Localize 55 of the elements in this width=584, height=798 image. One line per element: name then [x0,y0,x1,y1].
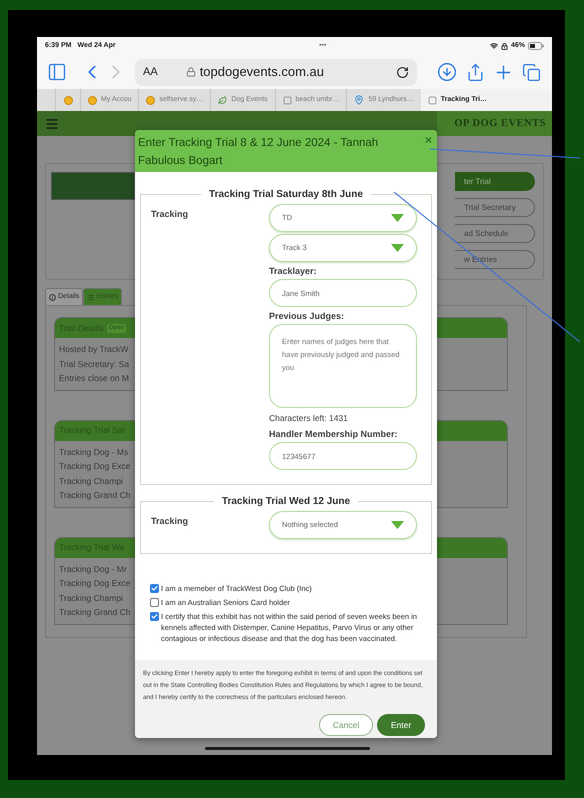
address-bar[interactable]: AA topdogevents.com.au [135,58,417,86]
wifi-icon [490,42,498,50]
card-text: Tracking Dog Exce [59,577,130,590]
page-icon [428,96,437,104]
battery-icon [528,42,544,50]
text-size-button[interactable]: AA [143,64,158,80]
field-label: Handler Membership Number: [269,428,399,441]
page-button[interactable]: ad Schedule [455,224,535,243]
page-icon [282,96,292,104]
checkbox[interactable] [150,584,159,593]
field-label: Previous Judges: [269,310,346,323]
cancel-button[interactable]: Cancel [319,714,373,736]
coin-icon [64,96,72,104]
page-button[interactable]: Trial Secretary [455,198,535,217]
dropdown-arrow-icon [391,214,404,222]
share-icon[interactable] [466,62,485,82]
tabs-icon[interactable] [522,62,541,82]
field-label: Tracklayer: [269,265,318,278]
character-count: Characters left: 1431 [269,412,349,425]
sidebar-icon[interactable] [47,62,67,82]
page-button[interactable]: ter Trial [455,172,535,191]
section-title: Tracking Trial Saturday 8th June [208,188,364,202]
pin-icon [354,95,364,105]
lock-icon [186,67,196,77]
download-icon[interactable] [437,62,457,82]
list-icon [87,294,94,300]
checkbox[interactable] [150,612,159,621]
card-text: Tracking Grand Ch [59,489,130,502]
leaf-icon [218,96,228,104]
card-text: Tracking Dog - Mr [59,562,127,576]
card-text: Tracking Champi [59,592,123,605]
coin-icon [88,96,97,104]
coin-icon [146,96,156,104]
info-icon [49,294,56,300]
checkbox[interactable] [150,598,159,607]
field-label: Tracking [151,208,188,221]
dropdown-arrow-icon [391,521,404,529]
dropdown-arrow-icon [391,244,404,252]
card-text: Tracking Grand Ch [59,606,130,619]
card-text: Tracking Dog - Ms [59,446,128,459]
reload-icon[interactable] [396,66,409,78]
card-text: Tracking Champi [59,474,123,488]
card-text: Entries close on M [59,372,129,385]
menu-icon[interactable] [45,116,59,130]
url-text: topdogevents.com.au [200,63,324,82]
site-brand: OP DOG EVENTS [454,116,546,131]
dialog-title: Enter Tracking Trial 8 & 12 June 2024 - Tannah Fabulous Bogart [138,136,380,169]
close-button[interactable]: × [424,134,432,146]
card-text: Hosted by TrackW [59,343,128,356]
card-text: Tracking Dog Exce [59,460,130,473]
section-title: Tracking Trial Wed 12 June [220,495,352,509]
enter-button[interactable]: Enter [377,714,425,736]
field-label: Tracking [151,515,188,528]
lock-icon [500,42,508,50]
card-text: Trial Secretary: Sa [59,358,130,371]
